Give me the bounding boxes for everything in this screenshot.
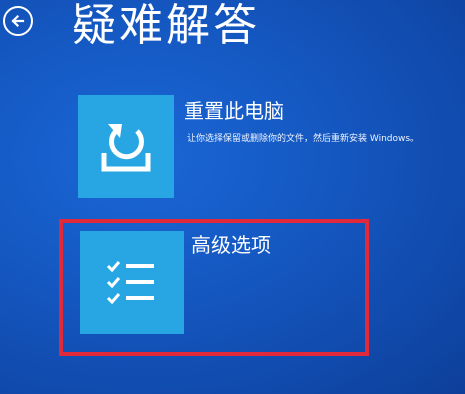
back-arrow-icon <box>11 14 25 28</box>
reset-pc-icon <box>101 123 151 171</box>
reset-pc-description: 让你选择保留或删除你的文件，然后重新安装 Windows。 <box>187 134 420 144</box>
page-title: 疑难解答 <box>72 0 260 51</box>
reset-pc-tile[interactable] <box>78 95 174 198</box>
reset-pc-title: 重置此电脑 <box>184 99 284 123</box>
back-button[interactable] <box>3 6 33 36</box>
advanced-options-highlight[interactable] <box>59 219 369 356</box>
